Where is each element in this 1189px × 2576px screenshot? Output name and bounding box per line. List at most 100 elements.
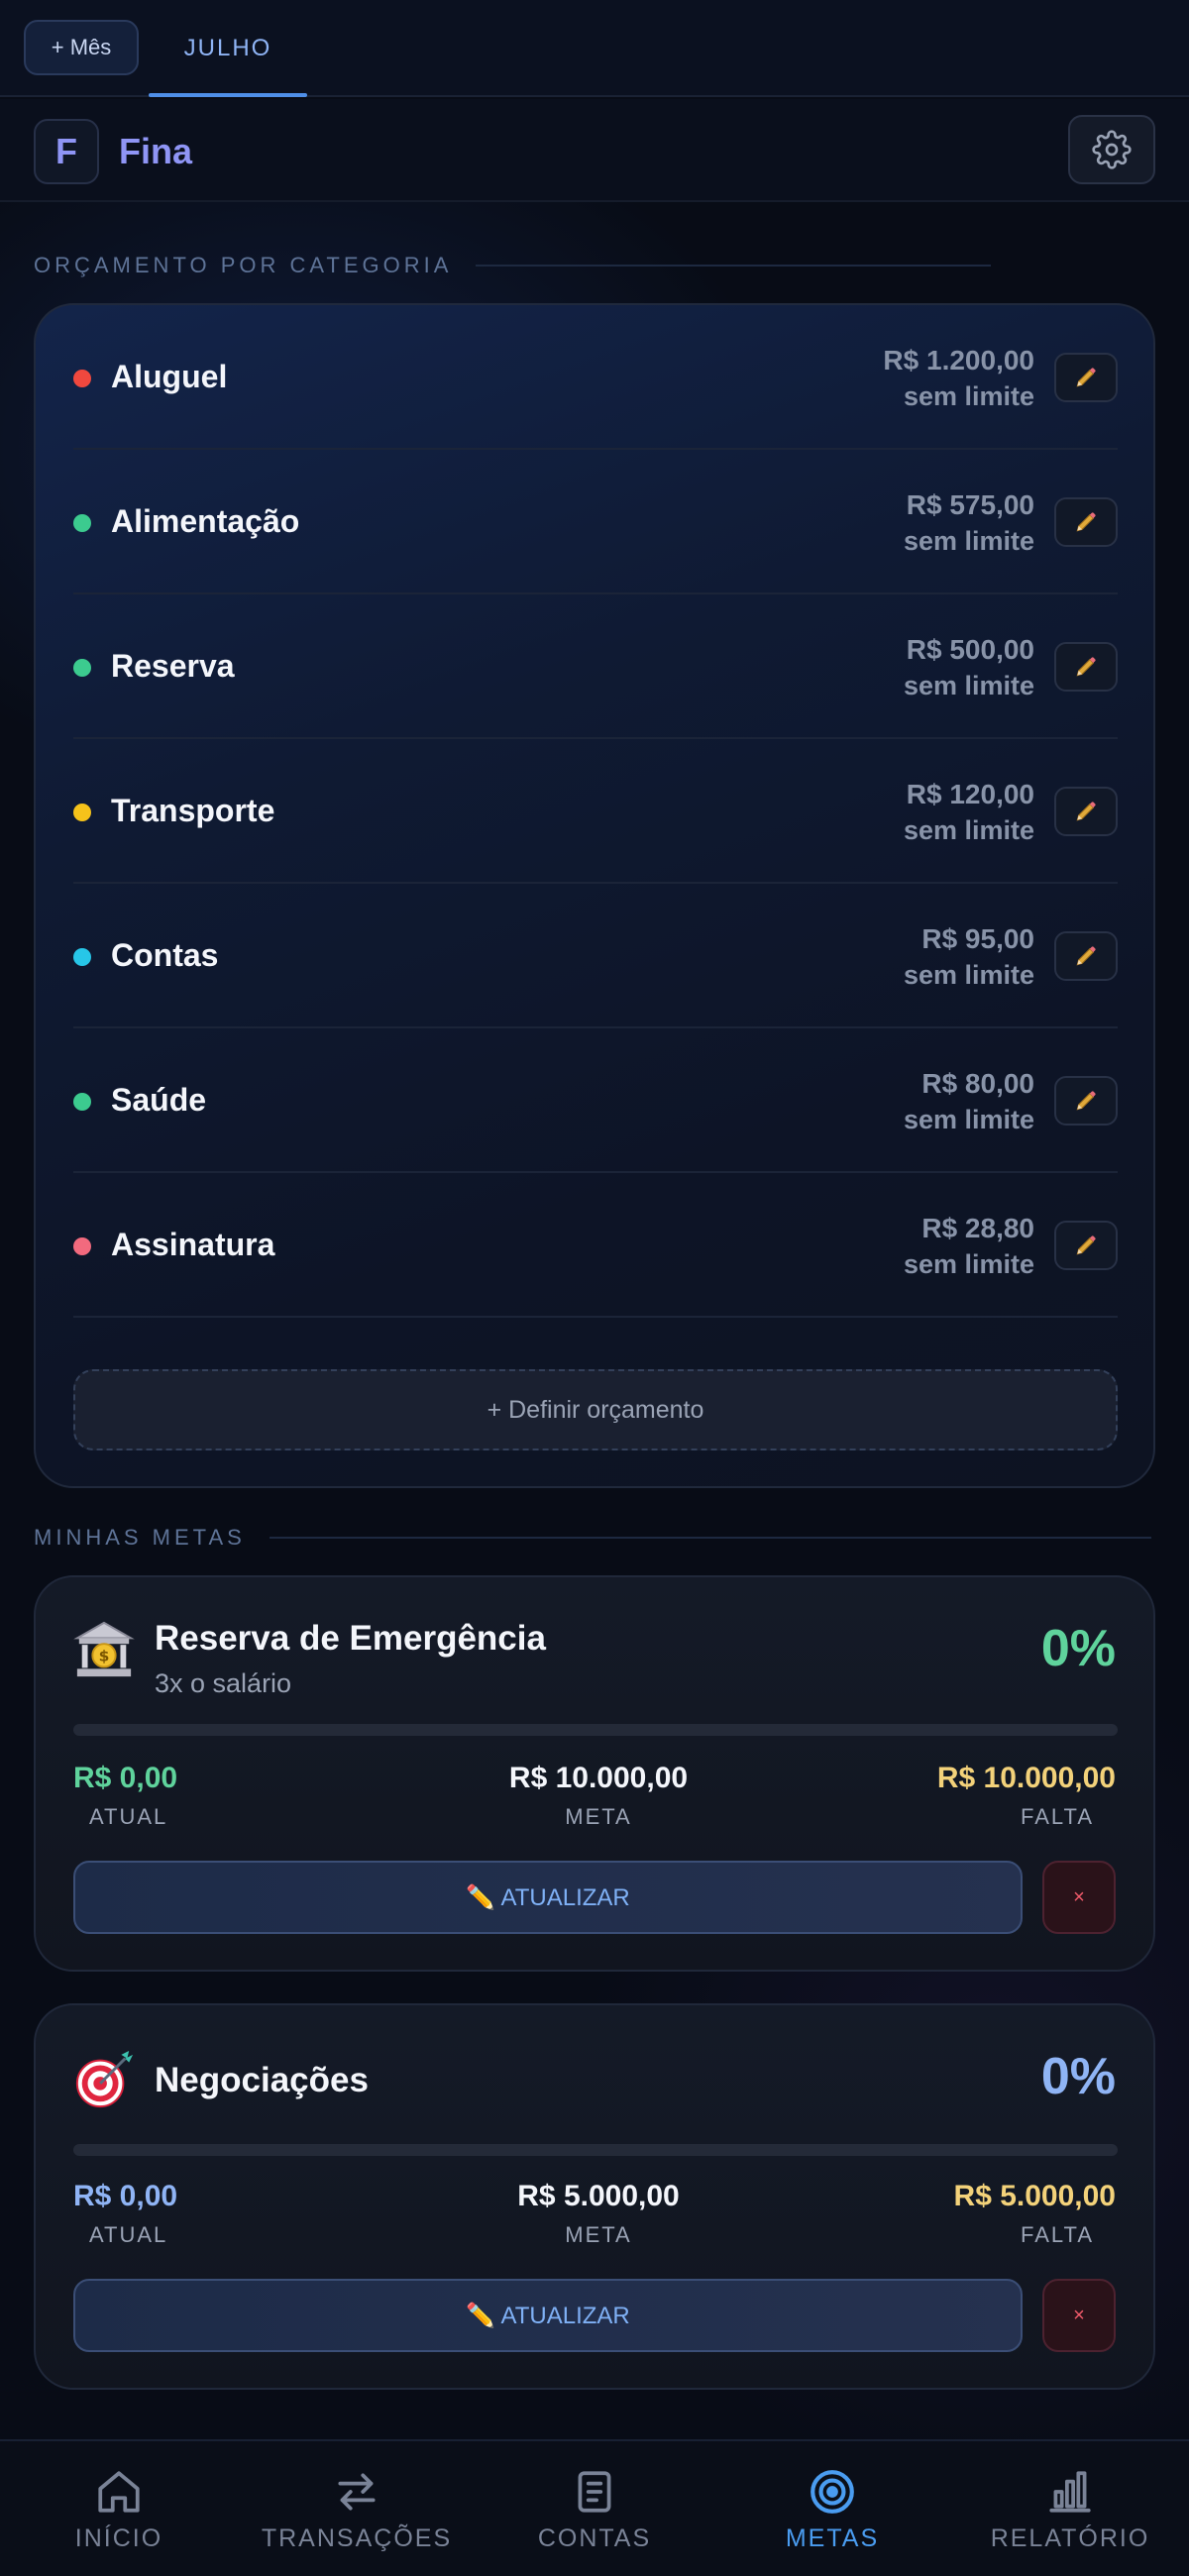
edit-category-button[interactable] (1054, 497, 1118, 547)
nav-item-contas[interactable]: CONTAS (476, 2441, 713, 2576)
category-row: Aluguel R$ 1.200,00 sem limite (73, 305, 1118, 450)
goal-target-label: META (565, 1804, 632, 1829)
category-row: Transporte R$ 120,00 sem limite (73, 739, 1118, 884)
edit-category-button[interactable] (1054, 1076, 1118, 1126)
nav-item-transacoes[interactable]: TRANSAÇÕES (238, 2441, 476, 2576)
edit-category-button[interactable] (1054, 1221, 1118, 1270)
update-goal-button[interactable]: ✏️ ATUALIZAR (73, 2279, 1023, 2352)
category-name: Aluguel (111, 359, 228, 394)
category-limit: sem limite (903, 671, 1034, 700)
category-limit: sem limite (903, 1105, 1034, 1134)
app-name: Fina (119, 131, 193, 171)
nav-label: METAS (785, 2524, 880, 2552)
goal-card: $ Reserva de Emergência 3x o salário 0% … (34, 1575, 1155, 1972)
document-icon (578, 2471, 611, 2513)
goal-current-label: ATUAL (89, 1804, 168, 1829)
bottom-nav: INÍCIO TRANSAÇÕES CONTAS METAS RELATÓRIO (0, 2439, 1189, 2576)
category-limit: sem limite (903, 960, 1034, 990)
gear-icon (1092, 130, 1132, 169)
goal-target-value: R$ 5.000,00 (517, 2180, 680, 2212)
pencil-icon (1076, 946, 1096, 966)
category-amount: R$ 80,00 (921, 1068, 1034, 1099)
category-amount: R$ 500,00 (906, 634, 1034, 665)
app-logo: F (34, 119, 99, 184)
budget-section-title: ORÇAMENTO POR CATEGORIA (34, 250, 1155, 281)
home-icon (98, 2471, 140, 2513)
category-row: Assinatura R$ 28,80 sem limite (73, 1173, 1118, 1318)
target-icon (811, 2470, 854, 2514)
goal-target-label: META (565, 2222, 632, 2247)
goal-percent: 0% (1040, 1620, 1116, 1677)
month-bar: + Mês JULHO (0, 0, 1189, 97)
goal-current-value: R$ 0,00 (73, 1762, 178, 1794)
edit-category-button[interactable] (1054, 787, 1118, 836)
category-limit: sem limite (903, 526, 1034, 556)
add-month-button[interactable]: + Mês (24, 20, 139, 75)
goal-title: Negociações (155, 2061, 369, 2099)
category-row: Alimentação R$ 575,00 sem limite (73, 450, 1118, 594)
category-color-dot (73, 1237, 91, 1255)
delete-goal-button[interactable]: × (1042, 2279, 1116, 2352)
pencil-icon (1076, 512, 1096, 532)
goal-card: Negociações 0% R$ 0,00 ATUAL R$ 5.000,00… (34, 2003, 1155, 2390)
update-goal-button[interactable]: ✏️ ATUALIZAR (73, 1861, 1023, 1934)
category-amount: R$ 95,00 (921, 923, 1034, 954)
pencil-icon (1076, 657, 1096, 677)
goal-current-value: R$ 0,00 (73, 2180, 178, 2212)
category-name: Contas (111, 937, 219, 973)
define-budget-button[interactable]: + Definir orçamento (73, 1369, 1118, 1450)
bar-chart-icon (1049, 2471, 1091, 2513)
nav-label: TRANSAÇÕES (261, 2524, 453, 2552)
category-amount: R$ 28,80 (921, 1213, 1034, 1243)
goal-title: Reserva de Emergência (155, 1619, 546, 1658)
section-divider (476, 265, 992, 267)
budget-card: Aluguel R$ 1.200,00 sem limite Alimentação R… (34, 303, 1155, 1488)
goal-percent: 0% (1040, 2048, 1116, 2105)
goal-remaining-label: FALTA (1021, 1804, 1094, 1829)
edit-category-button[interactable] (1054, 642, 1118, 692)
category-name: Reserva (111, 648, 235, 684)
goal-progress-bar (73, 1724, 1118, 1736)
category-color-dot (73, 659, 91, 677)
nav-label: INÍCIO (74, 2524, 163, 2552)
tab-current-month[interactable]: JULHO (149, 0, 307, 97)
category-color-dot (73, 804, 91, 821)
svg-text:$: $ (99, 1648, 110, 1665)
nav-item-relatorio[interactable]: RELATÓRIO (951, 2441, 1189, 2576)
pencil-icon (1076, 1091, 1096, 1111)
edit-category-button[interactable] (1054, 353, 1118, 402)
goal-target-value: R$ 10.000,00 (508, 1762, 689, 1794)
bank-icon: $ (73, 1621, 135, 1677)
pencil-icon (1076, 802, 1096, 821)
nav-label: RELATÓRIO (990, 2524, 1150, 2552)
category-row: Reserva R$ 500,00 sem limite (73, 594, 1118, 739)
category-amount: R$ 575,00 (906, 489, 1034, 520)
target-icon (75, 2050, 134, 2108)
nav-item-metas[interactable]: METAS (713, 2441, 951, 2576)
goal-progress-bar (73, 2144, 1118, 2156)
category-color-dot (73, 514, 91, 532)
goal-subtitle: 3x o salário (155, 1668, 292, 1698)
goals-section-label: MINHAS METAS (34, 1525, 246, 1550)
edit-category-button[interactable] (1054, 931, 1118, 981)
category-name: Saúde (111, 1082, 207, 1118)
pencil-icon (1076, 368, 1096, 387)
category-color-dot (73, 370, 91, 387)
nav-item-inicio[interactable]: INÍCIO (0, 2441, 238, 2576)
category-limit: sem limite (903, 1249, 1034, 1279)
category-row: Contas R$ 95,00 sem limite (73, 884, 1118, 1028)
category-amount: R$ 1.200,00 (883, 345, 1034, 376)
category-amount: R$ 120,00 (906, 779, 1034, 809)
goal-current-label: ATUAL (89, 2222, 168, 2247)
category-limit: sem limite (903, 381, 1034, 411)
goals-section-title: MINHAS METAS (34, 1522, 1155, 1554)
category-limit: sem limite (903, 815, 1034, 845)
section-divider (269, 1537, 1151, 1539)
delete-goal-button[interactable]: × (1042, 1861, 1116, 1934)
goal-remaining-label: FALTA (1021, 2222, 1094, 2247)
category-row: Saúde R$ 80,00 sem limite (73, 1028, 1118, 1173)
goal-remaining-value: R$ 5.000,00 (953, 2180, 1116, 2212)
settings-button[interactable] (1068, 115, 1155, 184)
app-header: F Fina (0, 99, 1189, 202)
category-name: Assinatura (111, 1227, 275, 1262)
